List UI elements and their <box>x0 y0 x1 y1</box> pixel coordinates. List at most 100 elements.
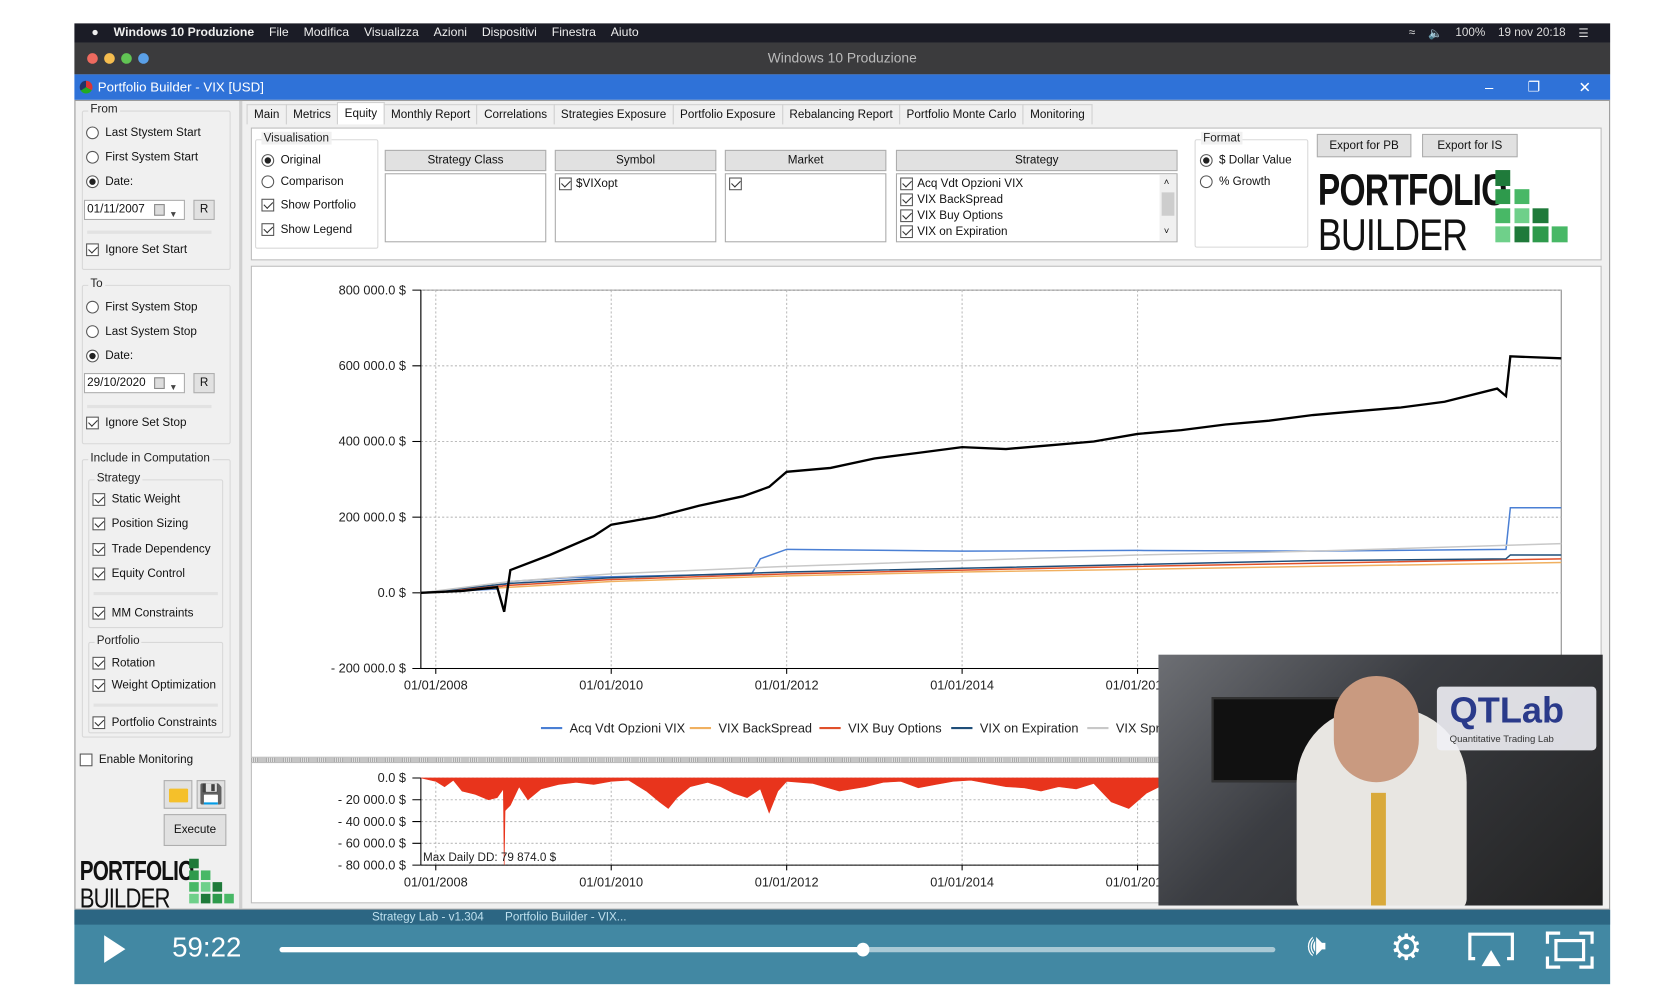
tab-rebalancing-report[interactable]: Rebalancing Report <box>781 104 901 125</box>
volume-icon[interactable]: 🕪 <box>1307 929 1326 964</box>
radio-button[interactable] <box>86 349 99 363</box>
calendar-icon[interactable] <box>154 204 165 216</box>
tab-monitoring[interactable]: Monitoring <box>1022 104 1093 125</box>
radio-date[interactable]: Date: <box>86 349 133 363</box>
splitter[interactable] <box>239 100 243 909</box>
taskbar-item[interactable]: Portfolio Builder - VIX... <box>505 910 627 925</box>
filter-list-strategy[interactable]: Acq Vdt Opzioni VIX VIX BackSpread VIX Buy… <box>895 173 1178 243</box>
checkbox-position-sizing[interactable]: Position Sizing <box>92 517 188 531</box>
battery-status[interactable]: 100% <box>1455 27 1485 40</box>
checkbox[interactable] <box>92 716 106 730</box>
tab-metrics[interactable]: Metrics <box>285 104 339 125</box>
to-date-picker[interactable]: 29/10/2020 ▼ <box>83 373 185 396</box>
checkbox[interactable] <box>92 517 106 531</box>
scroll-up-icon[interactable]: ˄ <box>1164 176 1170 187</box>
tab-strategies-exposure[interactable]: Strategies Exposure <box>553 104 674 125</box>
tab-portfolio-exposure[interactable]: Portfolio Exposure <box>672 104 784 125</box>
filter-header-symbol[interactable]: Symbol <box>554 149 717 172</box>
airplay-icon[interactable] <box>1467 931 1516 969</box>
checkbox[interactable] <box>729 177 742 191</box>
filter-header-market[interactable]: Market <box>724 149 887 172</box>
volume-status-icon[interactable]: 🔈 <box>1428 26 1443 40</box>
scrollbar[interactable]: ˄ ˅ <box>1159 174 1177 242</box>
radio-last-stystem-start[interactable]: Last Stystem Start <box>86 126 201 140</box>
clock[interactable]: 19 nov 20:18 <box>1498 27 1566 40</box>
dropdown-arrow-icon[interactable]: ▼ <box>169 378 177 396</box>
calendar-icon[interactable] <box>154 377 165 389</box>
filter-list-strategy-class[interactable] <box>384 173 547 243</box>
radio-button[interactable] <box>86 300 99 314</box>
fullscreen-icon[interactable] <box>1545 931 1594 969</box>
menu-file[interactable]: File <box>269 27 289 40</box>
control-center-icon[interactable]: ☰ <box>1578 26 1588 40</box>
checkbox[interactable] <box>92 606 106 620</box>
menu-aiuto[interactable]: Aiuto <box>611 27 639 40</box>
checkbox[interactable] <box>261 223 275 236</box>
tab-portfolio-monte-carlo[interactable]: Portfolio Monte Carlo <box>899 104 1024 125</box>
to-reset-button[interactable]: R <box>193 373 215 394</box>
checkbox[interactable] <box>261 198 275 212</box>
scrollbar-thumb[interactable] <box>1161 192 1175 216</box>
checkbox-rotation[interactable]: Rotation <box>92 656 155 670</box>
filter-list-symbol[interactable]: $VIXopt <box>554 173 717 243</box>
tab-correlations[interactable]: Correlations <box>476 104 555 125</box>
radio-button[interactable] <box>86 175 99 189</box>
menu-finestra[interactable]: Finestra <box>552 27 596 40</box>
close-icon[interactable]: ✕ <box>1579 74 1591 100</box>
checkbox-ignore-set-stop[interactable]: Ignore Set Stop <box>86 416 186 430</box>
checkbox-item[interactable] <box>729 177 742 191</box>
checkbox[interactable] <box>92 493 106 506</box>
filter-header-strategy[interactable]: Strategy <box>895 149 1178 172</box>
execute-button[interactable]: Execute <box>163 814 227 846</box>
close-window-button[interactable] <box>87 53 98 64</box>
wifi-icon[interactable]: ≈ <box>1409 27 1415 40</box>
play-icon[interactable] <box>102 933 128 965</box>
checkbox-equity-control[interactable]: Equity Control <box>92 567 185 581</box>
settings-icon[interactable]: ⚙ <box>1390 927 1422 970</box>
radio-original[interactable]: Original <box>261 154 321 167</box>
from-date-picker[interactable]: 01/11/2007 ▼ <box>83 199 185 223</box>
checkbox-show-portfolio[interactable]: Show Portfolio <box>261 198 356 212</box>
checkbox-show-legend[interactable]: Show Legend <box>261 223 352 236</box>
checkbox[interactable] <box>92 543 106 556</box>
menu-app-name[interactable]: Windows 10 Produzione <box>114 27 254 40</box>
progress-track[interactable] <box>279 942 1276 957</box>
checkbox-ignore-set-start[interactable]: Ignore Set Start <box>86 243 187 257</box>
menu-azioni[interactable]: Azioni <box>434 27 467 40</box>
checkbox-acq-vdt-opzioni-vix[interactable]: Acq Vdt Opzioni VIX <box>900 177 1023 191</box>
radio-growth[interactable]: % Growth <box>1199 175 1270 189</box>
filter-list-market[interactable] <box>724 173 887 243</box>
radio-comparison[interactable]: Comparison <box>261 175 344 189</box>
checkbox-portfolio-constraints[interactable]: Portfolio Constraints <box>92 716 217 730</box>
zoom-window-button[interactable] <box>121 53 132 64</box>
scroll-down-icon[interactable]: ˅ <box>1164 225 1170 236</box>
radio-button[interactable] <box>1199 175 1213 189</box>
checkbox[interactable] <box>92 679 106 692</box>
tab-monthly-report[interactable]: Monthly Report <box>383 104 478 125</box>
restore-icon[interactable]: ❐ <box>1528 74 1540 100</box>
checkbox[interactable] <box>92 656 106 670</box>
dropdown-arrow-icon[interactable]: ▼ <box>169 205 177 223</box>
checkbox-weight-optimization[interactable]: Weight Optimization <box>92 679 216 692</box>
minimize-window-button[interactable] <box>104 53 115 64</box>
tab-equity[interactable]: Equity <box>337 102 385 125</box>
checkbox-mm-constraints[interactable]: MM Constraints <box>92 606 193 620</box>
checkbox-vixopt[interactable]: $VIXopt <box>559 177 618 191</box>
checkbox[interactable] <box>900 177 913 191</box>
menu-dispositivi[interactable]: Dispositivi <box>482 27 537 40</box>
tab-main[interactable]: Main <box>246 104 287 125</box>
radio-first-system-start[interactable]: First System Start <box>86 150 198 164</box>
checkbox-vix-buy-options[interactable]: VIX Buy Options <box>900 209 1003 223</box>
radio-button[interactable] <box>261 175 275 189</box>
checkbox-vix-backspread[interactable]: VIX BackSpread <box>900 193 1003 207</box>
menu-visualizza[interactable]: Visualizza <box>364 27 419 40</box>
export-pb-button[interactable]: Export for PB <box>1316 133 1412 158</box>
radio-dollar-value[interactable]: $ Dollar Value <box>1199 154 1292 167</box>
taskbar-item[interactable]: Strategy Lab - v1.304 <box>372 910 484 925</box>
radio-button[interactable] <box>1199 154 1213 167</box>
minimize-icon[interactable]: – <box>1485 74 1493 100</box>
checkbox-static-weight[interactable]: Static Weight <box>92 493 180 506</box>
radio-button[interactable] <box>261 154 275 167</box>
progress-handle[interactable] <box>856 942 870 957</box>
checkbox[interactable] <box>900 193 913 207</box>
